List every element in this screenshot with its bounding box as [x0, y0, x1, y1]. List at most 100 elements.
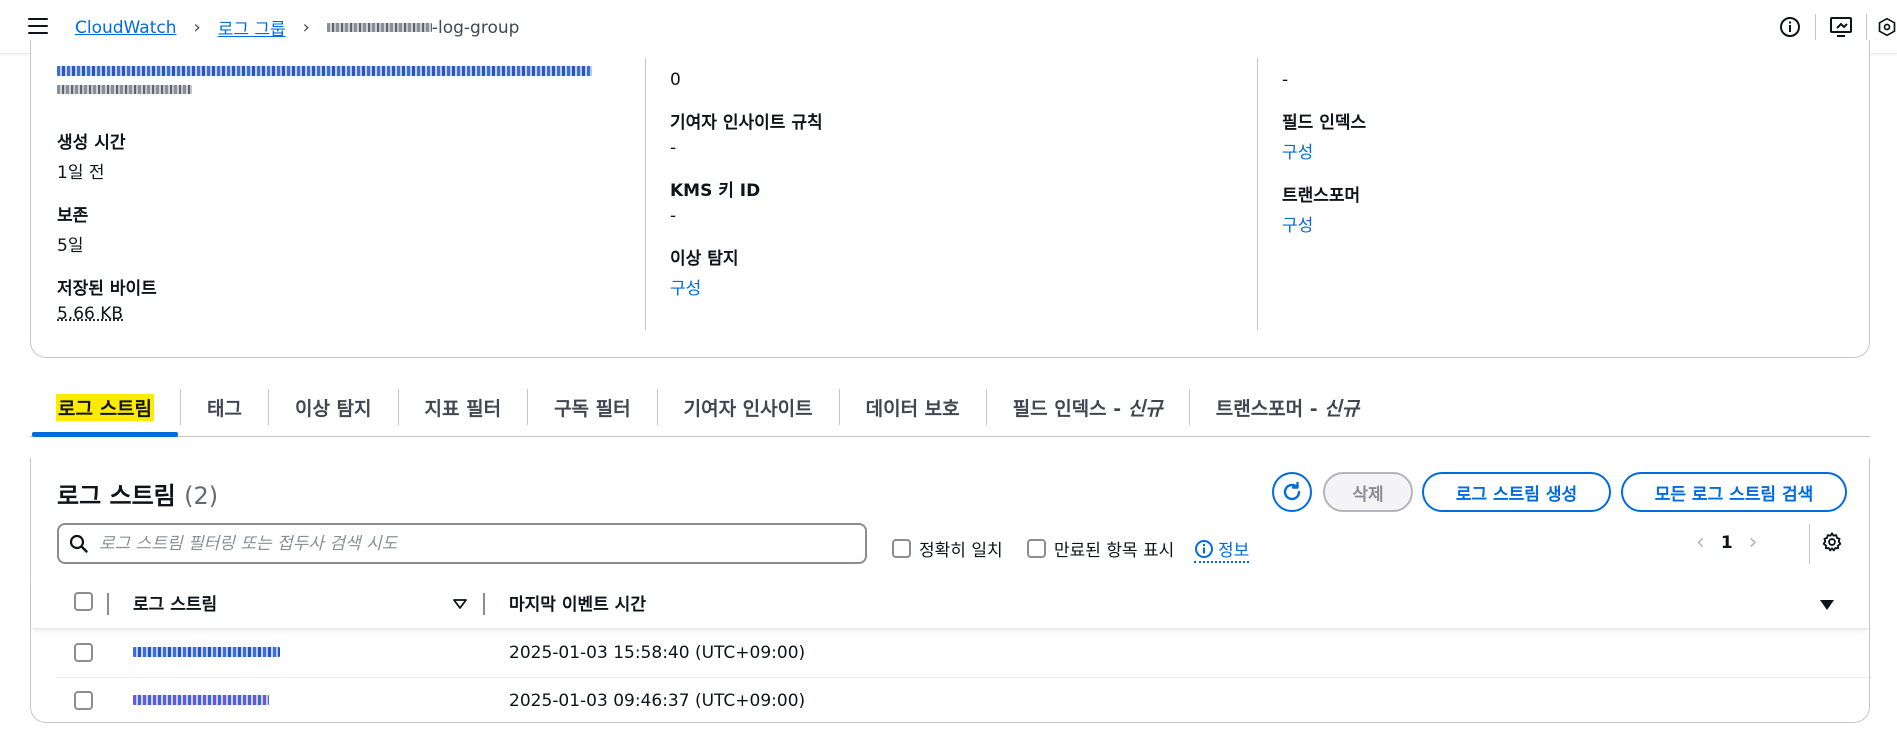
details-column-3: - 필드 인덱스 구성 트랜스포머 구성 — [1282, 54, 1842, 236]
sort-descending-icon[interactable] — [1819, 598, 1835, 612]
created-label: 생성 시간 — [57, 133, 126, 153]
search-icon — [59, 534, 99, 554]
field-index-configure-link[interactable]: 구성 — [1282, 138, 1842, 163]
tab-tags[interactable]: 태그 — [181, 380, 268, 434]
row-checkbox[interactable] — [74, 691, 93, 710]
tab-label: 태그 — [207, 397, 242, 420]
divider — [1866, 14, 1867, 40]
retention-value: 5일 — [57, 236, 84, 256]
divider — [1815, 14, 1816, 40]
show-expired-checkbox[interactable]: 만료된 항목 표시 — [1027, 536, 1174, 561]
table-row: 2025-01-03 09:46:37 (UTC+09:00) — [31, 677, 1869, 725]
hamburger-icon[interactable] — [28, 18, 48, 34]
transformer-configure-link[interactable]: 구성 — [1282, 211, 1842, 236]
breadcrumb-current-log-group: -log-group — [326, 17, 520, 38]
breadcrumb-log-groups[interactable]: 로그 그룹 — [218, 15, 286, 40]
log-streams-heading: 로그 스트림 (2) — [57, 476, 218, 511]
tab-metric-filters[interactable]: 지표 필터 — [399, 380, 528, 434]
screen-icon[interactable] — [1826, 12, 1856, 42]
redacted-text — [326, 23, 432, 32]
tab-transformer[interactable]: 트랜스포머 - 신규 — [1190, 380, 1386, 434]
exact-match-label: 정확히 일치 — [919, 541, 1003, 561]
info-link[interactable]: 정보 — [1194, 536, 1250, 563]
log-stream-search-field — [57, 523, 867, 564]
last-event-time: 2025-01-03 09:46:37 (UTC+09:00) — [509, 691, 806, 711]
show-expired-label: 만료된 항목 표시 — [1054, 541, 1175, 561]
tab-log-streams[interactable]: 로그 스트림 — [30, 380, 180, 437]
chevron-right-icon[interactable]: › — [1749, 530, 1758, 555]
checkbox[interactable] — [1027, 539, 1046, 558]
tab-field-indexes[interactable]: 필드 인덱스 - 신규 — [987, 380, 1189, 434]
table-row: 2025-01-03 15:58:40 (UTC+09:00) — [31, 629, 1869, 677]
stored-bytes-label: 저장된 바이트 — [57, 279, 157, 299]
refresh-icon — [1283, 481, 1301, 501]
refresh-button[interactable] — [1272, 472, 1312, 512]
column-3-top-value: - — [1282, 70, 1289, 90]
chevron-left-icon[interactable]: ‹ — [1696, 530, 1705, 555]
search-input[interactable] — [99, 533, 849, 554]
kms-key-label: KMS 키 ID — [670, 181, 761, 201]
contributor-insights-field: 기여자 인사이트 규칙 - — [670, 108, 1260, 158]
table-header: 로그 스트림 마지막 이벤트 시간 — [31, 574, 1869, 629]
chevron-right-icon: › — [302, 17, 310, 38]
checkbox[interactable] — [892, 539, 911, 558]
tab-label: 데이터 보호 — [865, 397, 960, 420]
log-stream-link[interactable] — [133, 695, 269, 705]
log-stream-link[interactable] — [133, 647, 280, 657]
tab-new-label: 신규 — [1324, 397, 1360, 420]
column-2-top-value: 0 — [670, 70, 681, 90]
breadcrumb-cloudwatch[interactable]: CloudWatch — [75, 18, 177, 38]
anomaly-detection-configure-link[interactable]: 구성 — [670, 274, 1260, 299]
create-log-stream-button[interactable]: 로그 스트림 생성 — [1422, 472, 1611, 512]
column-divider — [107, 593, 109, 615]
row-checkbox[interactable] — [74, 643, 93, 662]
created-value: 1일 전 — [57, 163, 105, 183]
kms-key-field: KMS 키 ID - — [670, 176, 1260, 226]
top-right-icons — [1775, 12, 1897, 42]
stored-bytes-field: 저장된 바이트 5.66 KB — [57, 274, 647, 324]
column-header-log-stream[interactable]: 로그 스트림 — [133, 590, 217, 615]
redacted-text — [57, 85, 192, 94]
transformer-field: 트랜스포머 구성 — [1282, 181, 1842, 236]
gear-icon[interactable] — [1821, 531, 1843, 557]
log-streams-count: (2) — [184, 482, 219, 510]
tab-label: 로그 스트림 — [56, 393, 155, 421]
tab-label: 기여자 인사이트 — [683, 397, 813, 420]
tab-anomaly-detection[interactable]: 이상 탐지 — [269, 380, 398, 434]
column-divider — [483, 593, 485, 615]
tab-new-label: 신규 — [1127, 397, 1163, 420]
select-all-checkbox[interactable] — [74, 592, 93, 611]
stored-bytes-value: 5.66 KB — [57, 304, 124, 324]
details-column-1: 생성 시간 1일 전 보존 5일 저장된 바이트 5.66 KB — [57, 54, 647, 324]
delete-button[interactable]: 삭제 — [1323, 472, 1413, 512]
tab-subscription-filters[interactable]: 구독 필터 — [528, 380, 657, 434]
tab-label: 지표 필터 — [424, 397, 502, 420]
redacted-description — [57, 66, 647, 94]
page-number[interactable]: 1 — [1721, 533, 1733, 553]
log-streams-container: 로그 스트림 (2) 삭제 로그 스트림 생성 모든 로그 스트림 검색 정확히… — [30, 458, 1870, 723]
contributor-insights-value: - — [670, 138, 677, 158]
info-label: 정보 — [1218, 541, 1250, 561]
column-divider — [645, 58, 646, 330]
kms-key-value: - — [670, 206, 677, 226]
exact-match-checkbox[interactable]: 정확히 일치 — [892, 536, 1003, 561]
anomaly-detection-field: 이상 탐지 구성 — [670, 244, 1260, 299]
breadcrumb: CloudWatch › 로그 그룹 › -log-group — [75, 15, 519, 40]
tab-data-protection[interactable]: 데이터 보호 — [840, 380, 986, 434]
search-all-log-streams-button[interactable]: 모든 로그 스트림 검색 — [1621, 472, 1847, 512]
created-field: 생성 시간 1일 전 — [57, 128, 647, 183]
tab-contributor-insights[interactable]: 기여자 인사이트 — [658, 380, 839, 434]
redacted-text — [57, 66, 592, 76]
last-event-time: 2025-01-03 15:58:40 (UTC+09:00) — [509, 643, 806, 663]
field-index-field: 필드 인덱스 구성 — [1282, 108, 1842, 163]
column-divider — [1257, 58, 1258, 330]
sort-down-icon[interactable] — [453, 598, 467, 610]
hexagon-icon[interactable] — [1877, 12, 1897, 42]
info-icon[interactable] — [1775, 12, 1805, 42]
contributor-insights-label: 기여자 인사이트 규칙 — [670, 113, 823, 133]
column-header-last-event-time[interactable]: 마지막 이벤트 시간 — [509, 590, 646, 615]
breadcrumb-current-suffix: -log-group — [431, 17, 520, 38]
anomaly-detection-label: 이상 탐지 — [670, 249, 739, 269]
pagination: ‹ 1 › — [1696, 530, 1757, 555]
transformer-label: 트랜스포머 — [1282, 186, 1361, 206]
